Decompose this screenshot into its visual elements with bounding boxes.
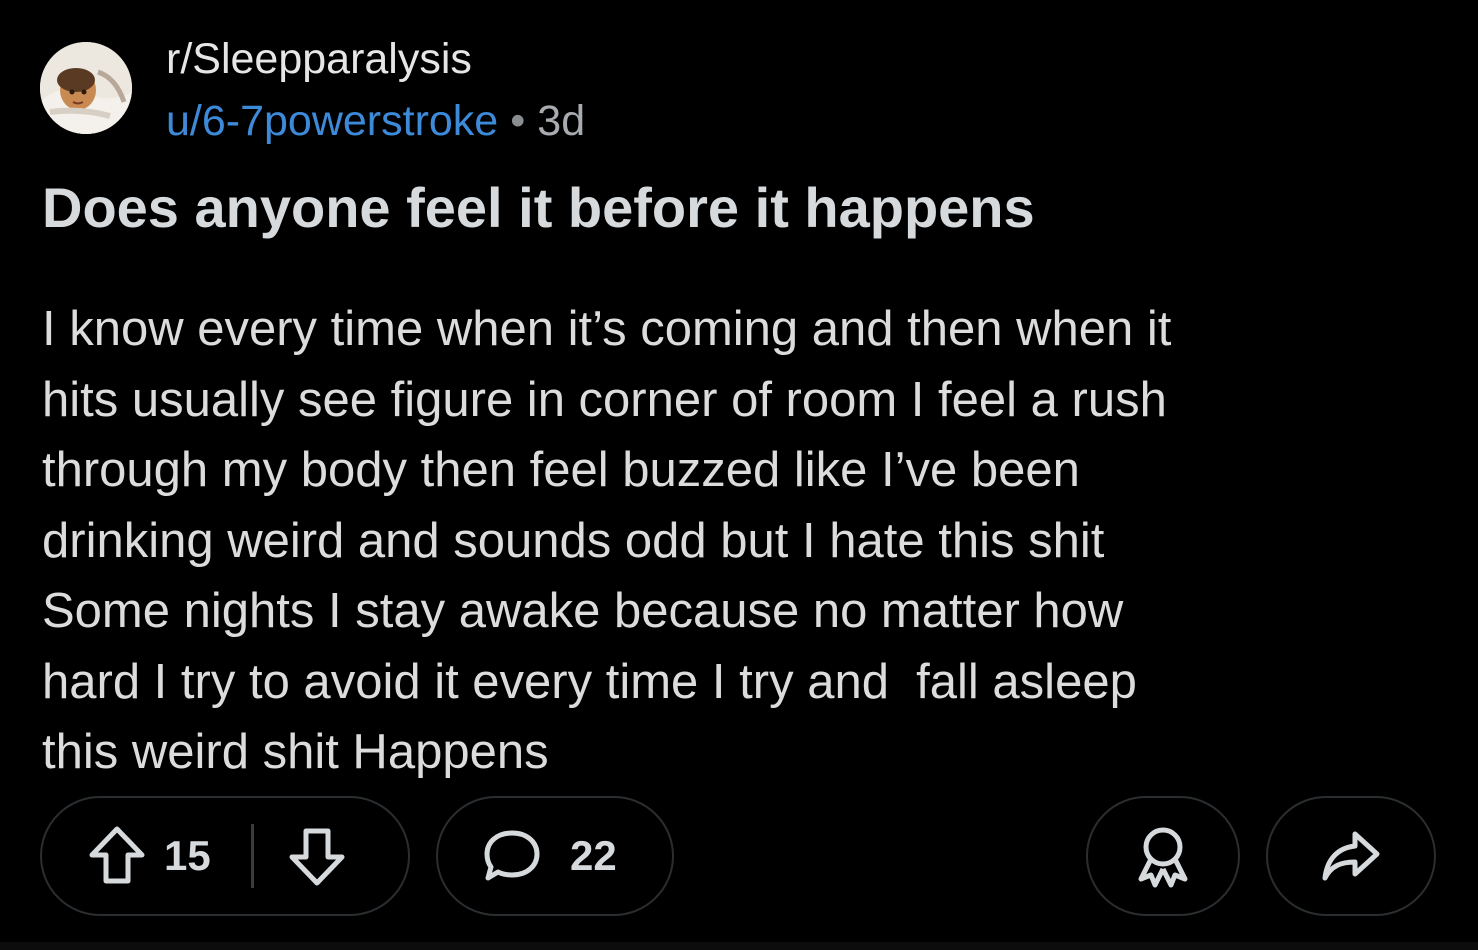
author-username[interactable]: u/6-7powerstroke — [166, 97, 498, 145]
post-title[interactable]: Does anyone feel it before it happens — [42, 176, 1035, 240]
subreddit-avatar[interactable] — [40, 42, 132, 134]
post-body-line: hard I try to avoid it every time I try … — [42, 654, 1137, 709]
post-body-line: hits usually see figure in corner of roo… — [42, 372, 1167, 427]
arrow-up-outline-icon[interactable] — [88, 825, 146, 887]
award-ribbon-icon — [1133, 823, 1193, 889]
meta-separator: • — [510, 97, 526, 145]
post-age: 3d — [537, 97, 586, 145]
vote-control: 15 — [40, 796, 410, 916]
post-body-line: drinking weird and sounds odd but I hate… — [42, 513, 1105, 568]
subreddit-name[interactable]: r/Sleepparalysis — [166, 36, 585, 82]
post-header: r/Sleepparalysis u/6-7powerstroke • 3d — [40, 36, 940, 146]
comment-count: 22 — [570, 832, 617, 879]
post-action-bar: 15 22 — [40, 796, 1440, 920]
author-line: u/6-7powerstroke • 3d — [166, 98, 585, 144]
comments-button[interactable]: 22 — [436, 796, 674, 916]
share-arrow-icon — [1319, 828, 1383, 884]
share-button[interactable] — [1266, 796, 1436, 916]
upvote-count: 15 — [164, 832, 211, 879]
post-body-line: I know every time when it’s coming and t… — [42, 302, 1172, 356]
award-button[interactable] — [1086, 796, 1240, 916]
arrow-down-outline-icon[interactable] — [288, 825, 346, 887]
bottom-divider — [0, 942, 1478, 950]
avatar-image — [40, 42, 132, 134]
post-body: I know every time when it’s coming and t… — [42, 294, 1452, 788]
speech-bubble-icon — [482, 828, 542, 884]
post-card: r/Sleepparalysis u/6-7powerstroke • 3d Doe… — [0, 0, 1478, 950]
post-body-line: this weird shit Happens — [42, 725, 549, 779]
post-meta: r/Sleepparalysis u/6-7powerstroke • 3d — [166, 36, 585, 144]
post-body-line: Some nights I stay awake because no matt… — [42, 584, 1124, 638]
vote-divider — [250, 824, 254, 888]
post-body-line: through my body then feel buzzed like I’… — [42, 443, 1080, 497]
